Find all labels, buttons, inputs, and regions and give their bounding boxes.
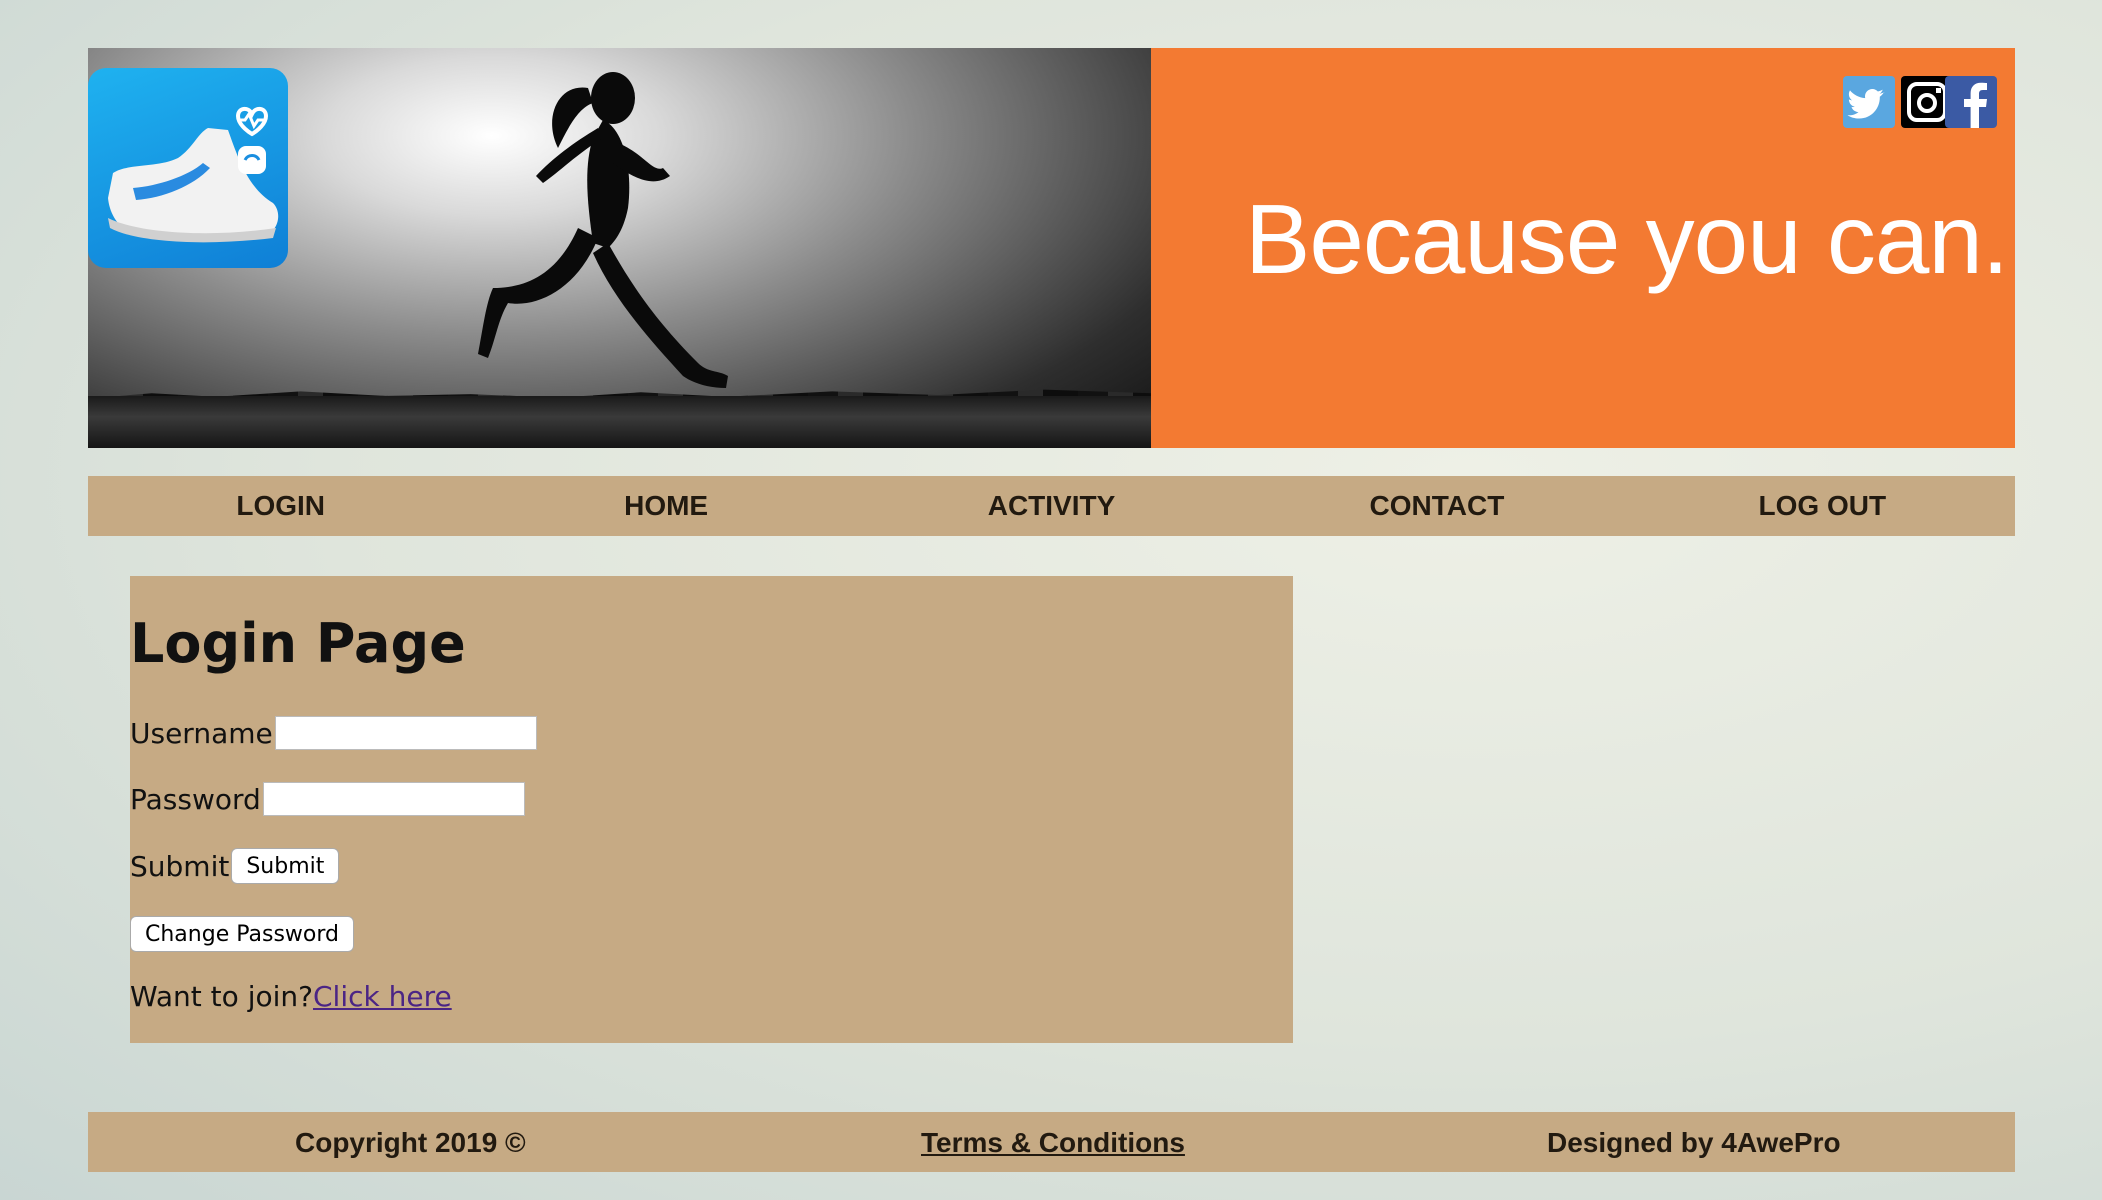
change-password-button[interactable]: Change Password [130, 916, 354, 952]
footer: Copyright 2019 © Terms & Conditions Desi… [88, 1112, 2015, 1172]
submit-row: Submit Submit [130, 848, 340, 884]
submit-button[interactable]: Submit [231, 848, 340, 884]
join-link[interactable]: Click here [313, 980, 452, 1013]
login-panel: Login Page Username Password Submit Subm… [130, 576, 1293, 1043]
main-nav: LOGIN HOME ACTIVITY CONTACT LOG OUT [88, 476, 2015, 536]
password-label: Password [130, 782, 261, 816]
page-title: Login Page [130, 612, 466, 675]
header-banner: Because you can. [88, 48, 2015, 448]
nav-item-login[interactable]: LOGIN [88, 476, 473, 536]
nav-item-logout[interactable]: LOG OUT [1630, 476, 2015, 536]
twitter-icon[interactable] [1843, 76, 1895, 128]
terms-link[interactable]: Terms & Conditions [921, 1127, 1185, 1159]
slogan-panel: Because you can. [1151, 48, 2015, 448]
slogan-text: Because you can. [1245, 184, 2009, 294]
runner-silhouette [478, 72, 728, 388]
facebook-icon[interactable] [1945, 76, 1997, 128]
designer-credit: Designed by 4AwePro [1547, 1127, 1841, 1158]
copyright-text: Copyright 2019 © [295, 1127, 526, 1158]
app-logo[interactable] [88, 68, 288, 268]
password-input[interactable] [262, 782, 525, 816]
nav-item-activity[interactable]: ACTIVITY [859, 476, 1244, 536]
join-row: Want to join? Click here [130, 980, 452, 1013]
password-row: Password [130, 782, 525, 816]
shoe-icon [108, 107, 279, 243]
username-row: Username [130, 716, 537, 750]
submit-label: Submit [130, 849, 230, 883]
nav-item-contact[interactable]: CONTACT [1244, 476, 1629, 536]
nav-item-home[interactable]: HOME [473, 476, 858, 536]
change-password-row: Change Password [130, 916, 354, 952]
username-input[interactable] [274, 716, 537, 750]
username-label: Username [130, 716, 273, 750]
runner-photo [88, 48, 1151, 448]
join-text: Want to join? [130, 980, 313, 1013]
